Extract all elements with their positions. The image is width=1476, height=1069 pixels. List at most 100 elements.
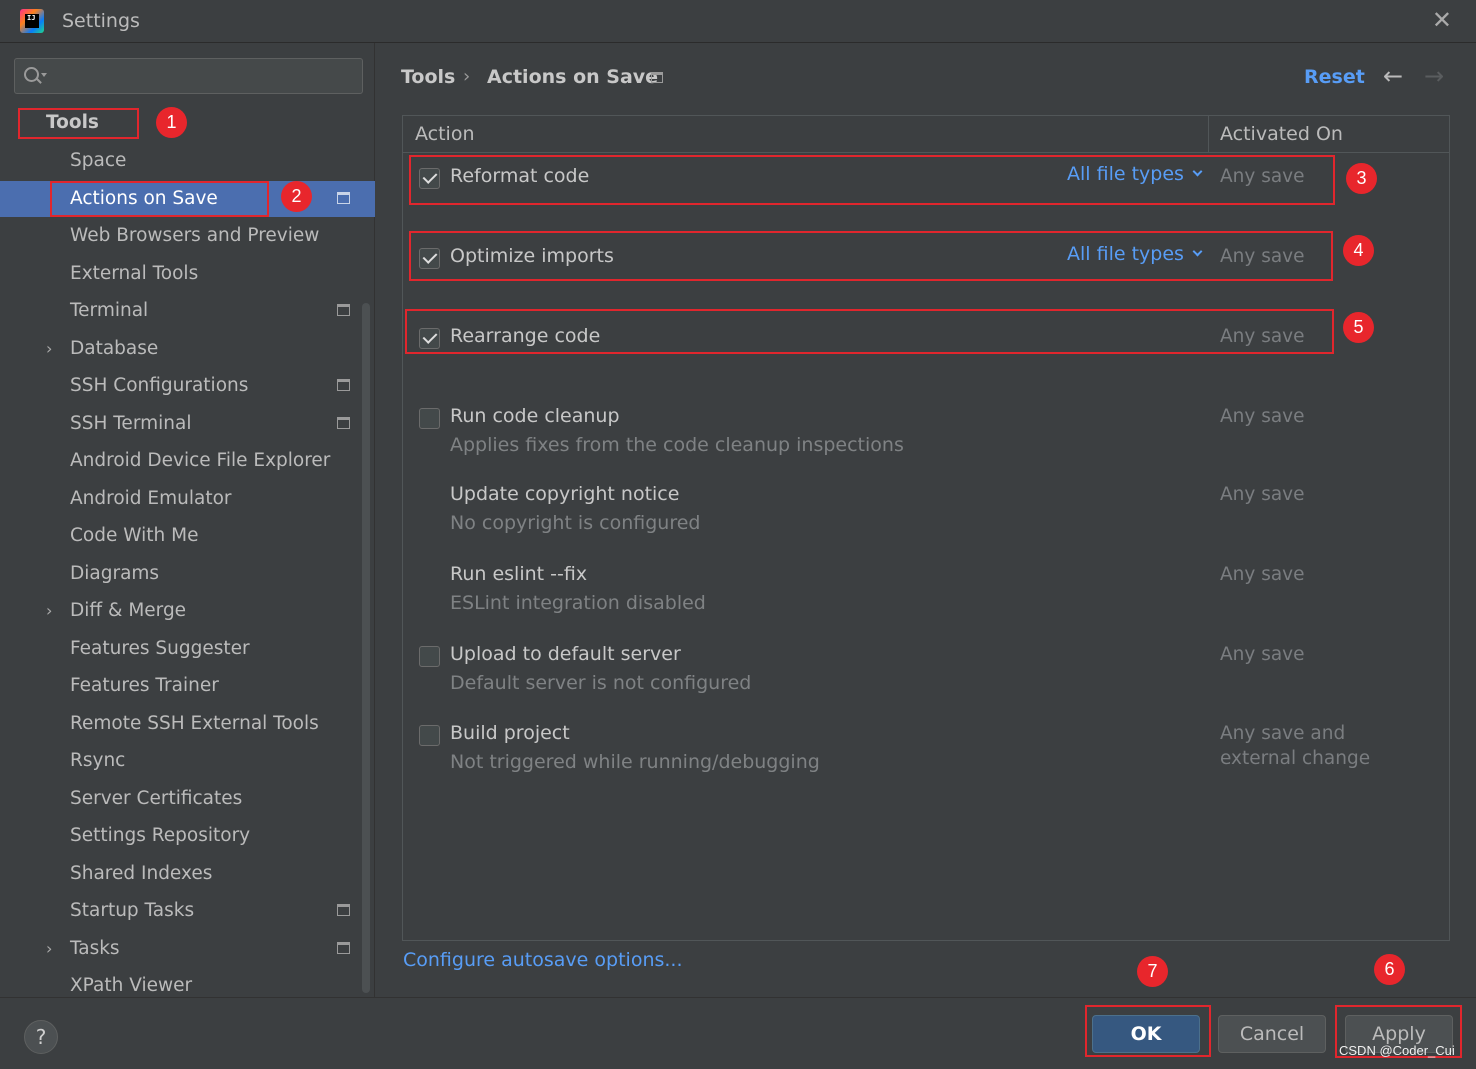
back-arrow-icon[interactable]: ← [1383,62,1403,90]
tree-item-diagrams[interactable]: Diagrams [0,556,375,592]
tree-item-label: Diff & Merge [70,600,187,621]
tree-item-android-device-file-explorer[interactable]: Android Device File Explorer [0,443,375,479]
project-level-icon [337,417,350,429]
chevron-down-icon [1192,246,1203,257]
tree-item-tasks[interactable]: › Tasks [0,931,375,967]
expand-chevron-icon[interactable]: › [46,593,52,629]
cancel-button[interactable]: Cancel [1218,1015,1326,1053]
tree-item-database[interactable]: › Database [0,331,375,367]
tree-item-remote-ssh-external-tools[interactable]: Remote SSH External Tools [0,706,375,742]
tree-item-terminal[interactable]: Terminal [0,293,375,329]
search-box[interactable] [14,58,363,94]
action-title[interactable]: Optimize imports [450,245,614,267]
tree-item-space[interactable]: Space [0,143,375,179]
activated-on-value: Any save [1220,644,1305,665]
tree-item-label: SSH Terminal [70,413,192,434]
tree-item-label: Space [70,150,127,171]
tree-item-startup-tasks[interactable]: Startup Tasks [0,893,375,929]
checkbox-checked[interactable] [419,248,440,269]
tree-item-ssh-configurations[interactable]: SSH Configurations [0,368,375,404]
column-header-activated-on: Activated On [1209,116,1449,153]
forward-arrow-icon[interactable]: → [1424,62,1444,90]
project-level-icon [337,379,350,391]
activated-on-value: Any save [1220,484,1305,505]
tree-item-code-with-me[interactable]: Code With Me [0,518,375,554]
search-input[interactable] [45,63,355,89]
action-description: Default server is not configured [450,672,752,694]
checkbox-unchecked[interactable] [419,725,440,746]
annotation-badge: 7 [1137,956,1168,987]
tree-item-features-trainer[interactable]: Features Trainer [0,668,375,704]
intellij-logo-icon: IJ [20,9,44,33]
breadcrumb-root[interactable]: Tools [401,66,455,88]
action-description: ESLint integration disabled [450,592,706,614]
action-title[interactable]: Upload to default server [450,643,681,665]
checkbox-unchecked[interactable] [419,646,440,667]
expand-chevron-icon[interactable]: › [46,931,52,967]
checkbox-checked[interactable] [419,328,440,349]
column-header-action: Action [403,116,1209,153]
tree-item-tools[interactable]: Tools [0,105,375,141]
tree-item-label: Actions on Save [70,188,218,209]
tree-item-label: SSH Configurations [70,375,249,396]
title-bar: IJ Settings ✕ [0,0,1476,43]
tree-item-android-emulator[interactable]: Android Emulator [0,481,375,517]
tree-item-shared-indexes[interactable]: Shared Indexes [0,856,375,892]
action-description: Applies fixes from the code cleanup insp… [450,434,904,456]
annotation-badge: 1 [156,107,187,138]
tree-item-rsync[interactable]: Rsync [0,743,375,779]
tree-item-label: Server Certificates [70,788,243,809]
tree-item-label: Android Device File Explorer [70,450,331,471]
configure-autosave-link[interactable]: Configure autosave options... [403,949,683,971]
expand-chevron-icon[interactable]: › [46,331,52,367]
action-title: Run eslint --fix [450,563,588,585]
window-title: Settings [62,10,140,32]
project-level-icon [337,304,350,316]
activated-on-value: Any save [1220,406,1305,427]
tree-item-label: Remote SSH External Tools [70,713,319,734]
tree-item-external-tools[interactable]: External Tools [0,256,375,292]
checkbox-unchecked[interactable] [419,408,440,429]
file-types-label: All file types [1067,243,1184,265]
checkbox-checked[interactable] [419,168,440,189]
sidebar-scrollbar[interactable] [362,303,370,993]
tree-item-ssh-terminal[interactable]: SSH Terminal [0,406,375,442]
tree-item-settings-repository[interactable]: Settings Repository [0,818,375,854]
action-title[interactable]: Rearrange code [450,325,600,347]
ok-button[interactable]: OK [1092,1015,1200,1053]
search-icon[interactable] [24,67,39,82]
tree-item-server-certificates[interactable]: Server Certificates [0,781,375,817]
tree-item-label: Terminal [70,300,149,321]
action-description: No copyright is configured [450,512,701,534]
tree-item-label: Code With Me [70,525,199,546]
tree-item-label: Settings Repository [70,825,251,846]
action-title[interactable]: Build project [450,722,570,744]
reset-button[interactable]: Reset [1304,66,1365,88]
annotation-badge: 2 [281,181,312,212]
tree-item-features-suggester[interactable]: Features Suggester [0,631,375,667]
page-title: Actions on Save [487,66,659,88]
settings-sidebar: Tools Space Actions on Save Web Browsers a… [0,43,375,997]
tree-item-label: External Tools [70,263,199,284]
action-title: Update copyright notice [450,483,680,505]
project-level-icon [337,904,350,916]
logo-text: IJ [27,14,36,22]
annotation-badge: 6 [1374,954,1405,985]
action-title[interactable]: Reformat code [450,165,589,187]
file-types-dropdown[interactable]: All file types [1067,243,1203,265]
tree-item-actions-on-save[interactable]: Actions on Save [0,181,375,217]
tree-item-diff-merge[interactable]: › Diff & Merge [0,593,375,629]
help-icon[interactable]: ? [24,1020,58,1054]
tree-item-web-browsers-and-preview[interactable]: Web Browsers and Preview [0,218,375,254]
tree-item-label: Shared Indexes [70,863,213,884]
tree-item-label: Features Suggester [70,638,250,659]
project-level-icon [337,942,350,954]
file-types-dropdown[interactable]: All file types [1067,163,1203,185]
activated-on-value: Any save and external change [1220,723,1371,769]
action-title[interactable]: Run code cleanup [450,405,620,427]
tree-item-label: Features Trainer [70,675,219,696]
file-types-label: All file types [1067,163,1184,185]
close-icon[interactable]: ✕ [1432,6,1452,34]
project-level-icon [337,192,350,204]
tree-item-label: Tasks [70,938,120,959]
